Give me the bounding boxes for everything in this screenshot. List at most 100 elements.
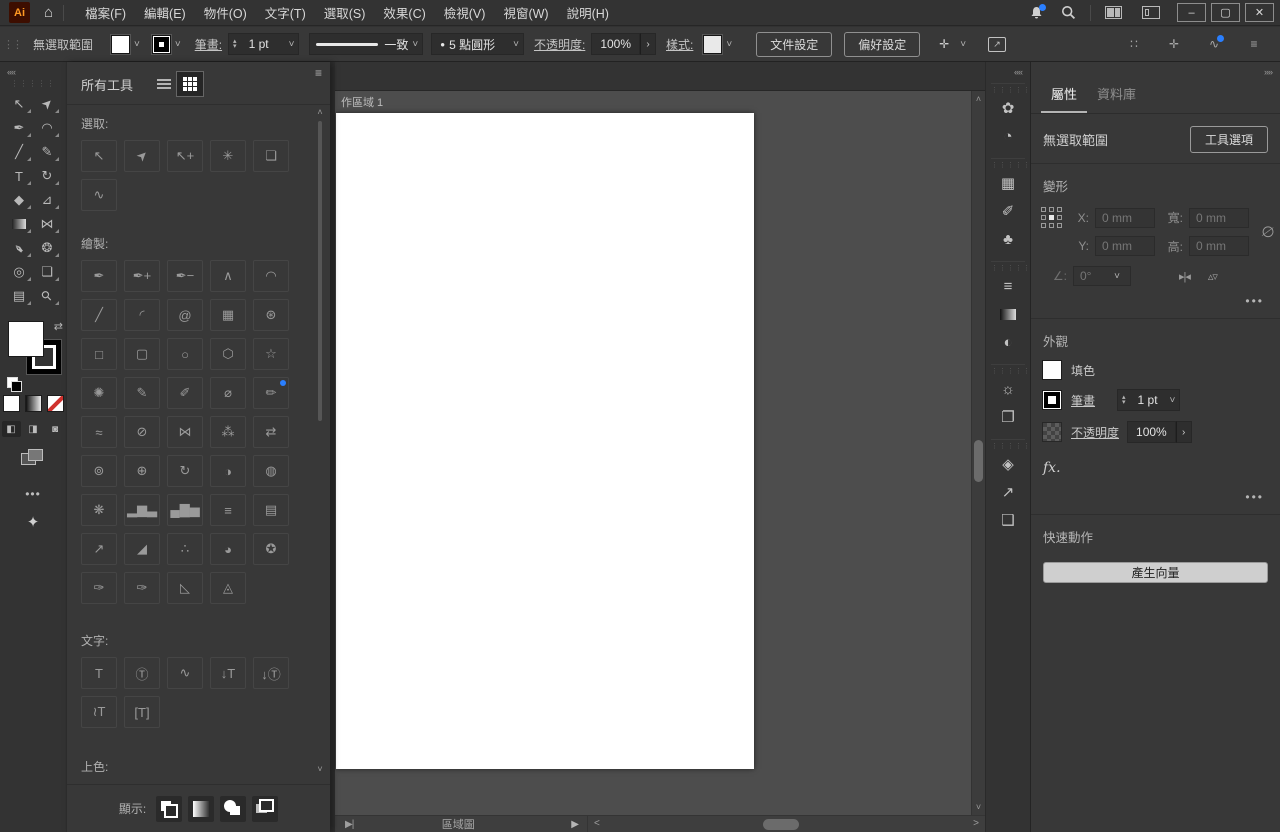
symbol-scruncher-tool[interactable]: ⊚ [81, 455, 117, 487]
gradient-button[interactable] [26, 396, 41, 411]
pen-tool[interactable]: ✒ [5, 116, 33, 140]
stroke-swatch[interactable] [1043, 391, 1061, 409]
line-segment-tool[interactable]: ╱ [81, 299, 117, 331]
generative-spark-icon[interactable]: ✦ [0, 513, 66, 531]
default-fill-stroke-icon[interactable] [7, 377, 18, 388]
vertical-scrollbar-thumb[interactable] [974, 440, 983, 482]
scale-tool[interactable]: ⊿ [33, 188, 61, 212]
opacity-expand-button[interactable]: › [640, 33, 656, 55]
gradient-panel-button[interactable] [993, 300, 1023, 328]
horizontal-scrollbar-thumb[interactable] [763, 819, 799, 830]
symbol-shifter-tool[interactable]: ⇄ [253, 416, 289, 448]
preferences-button[interactable]: 偏好設定 [844, 32, 920, 57]
collapse-toolbar-icon[interactable]: «« [0, 62, 66, 77]
chevron-down-icon[interactable]: ˅ [408, 39, 422, 50]
width-field[interactable]: 0 mm [1189, 208, 1249, 228]
menu-effect[interactable]: 效果(C) [374, 0, 434, 27]
rectangle-tool[interactable]: □ [81, 338, 117, 370]
zoom-tool[interactable]: ⚲ [33, 284, 61, 308]
expand-panel-icon[interactable]: »» [1264, 67, 1272, 77]
symbol-sprayer-tool[interactable]: ⁂ [210, 416, 246, 448]
snap-options-icon[interactable]: ✛ [1162, 34, 1186, 54]
stroke-color-picker[interactable]: ˅ [152, 35, 185, 54]
curvature-tool[interactable]: ◠ [33, 116, 61, 140]
artboard-tool[interactable]: ❏ [33, 260, 61, 284]
menu-file[interactable]: 檔案(F) [76, 0, 135, 27]
angle-dropdown[interactable]: 0° ˅ [1073, 266, 1131, 286]
symbol-stainer-tool[interactable]: ◑ [210, 455, 246, 487]
slice-tool[interactable]: ▤ [5, 284, 33, 308]
dock-grip[interactable]: ⋮⋮⋮⋮⋮ [991, 264, 1025, 272]
drawer-scrollbar[interactable]: ˄ ˅ [315, 107, 325, 780]
stroke-panel-button[interactable]: ≡ [993, 272, 1023, 300]
blob-brush-tool[interactable]: ✐ [167, 377, 203, 409]
bar-graph-tool[interactable]: ≡ [210, 494, 246, 526]
notifications-bell-icon[interactable] [1024, 3, 1048, 23]
twirl-tool[interactable]: ❂ [33, 236, 61, 260]
tool-options-button[interactable]: 工具選項 [1190, 126, 1268, 153]
fill-label[interactable]: 填色 [1071, 362, 1095, 379]
show-shape-button[interactable] [220, 796, 246, 822]
stroke-link[interactable]: 筆畫: [195, 36, 222, 53]
lasso-tool[interactable]: ∿ [81, 179, 117, 211]
chevron-down-icon[interactable]: ˅ [1166, 395, 1180, 406]
style-picker[interactable]: ˅ [703, 35, 736, 54]
menu-type[interactable]: 文字(T) [256, 0, 315, 27]
screen-mode-button[interactable] [21, 449, 45, 467]
pencil-tool[interactable]: ✏ [253, 377, 289, 409]
scroll-down-icon[interactable]: ˅ [972, 802, 985, 812]
menu-select[interactable]: 選取(S) [315, 0, 375, 27]
pie-graph-tool[interactable]: ◕ [210, 533, 246, 565]
scroll-up-icon[interactable]: ˄ [315, 107, 325, 117]
fill-color-box[interactable] [9, 322, 43, 356]
fill-color-picker[interactable]: ˅ [111, 35, 144, 54]
opacity-link[interactable]: 不透明度: [534, 36, 585, 53]
edit-toolbar-icon[interactable]: ••• [0, 487, 66, 501]
dock-grip[interactable]: ⋮⋮⋮⋮⋮ [991, 161, 1025, 169]
transparency-panel-button[interactable]: ◐ [993, 328, 1023, 356]
shaper-tool[interactable]: ⌀ [210, 377, 246, 409]
rotate-tool[interactable]: ↻ [33, 164, 61, 188]
status-expand-icon[interactable]: ▶ [571, 819, 579, 830]
stacked-bar-graph-tool[interactable]: ▤ [253, 494, 289, 526]
layers-panel-button[interactable]: ◈ [993, 450, 1023, 478]
eyedropper-tool[interactable]: ✒ [5, 236, 33, 260]
join-tool[interactable]: ⋈ [167, 416, 203, 448]
maximize-button[interactable]: ▢ [1211, 3, 1240, 22]
gradient-tool[interactable] [5, 212, 33, 236]
ellipse-tool[interactable]: ○ [167, 338, 203, 370]
fill-swatch[interactable] [1043, 361, 1061, 379]
scroll-up-icon[interactable]: ˄ [972, 94, 985, 104]
graphic-styles-panel-button[interactable]: ❐ [993, 403, 1023, 431]
vertical-type-tool[interactable]: ↓T [210, 657, 246, 689]
flip-vertical-icon[interactable]: ▵▿ [1208, 270, 1217, 283]
dock-grip[interactable]: ⋮⋮⋮⋮⋮ [991, 367, 1025, 375]
stacked-column-graph-tool[interactable]: ▄▇▅ [167, 494, 203, 526]
type-on-path-tool[interactable]: ∿ [167, 657, 203, 689]
stepper-icons[interactable]: ▴▾ [1118, 395, 1130, 405]
delete-anchor-point-tool[interactable]: ✒− [167, 260, 203, 292]
path-eraser-tool[interactable]: ⊘ [124, 416, 160, 448]
arc-tool[interactable]: ◜ [124, 299, 160, 331]
pen-tool[interactable]: ✒ [81, 260, 117, 292]
shape-builder-tool[interactable]: ◎ [5, 260, 33, 284]
curvature-tool[interactable]: ◠ [253, 260, 289, 292]
stroke-weight-value[interactable]: 1 pt [1130, 393, 1166, 407]
appearance-more-options[interactable]: ••• [1031, 476, 1280, 515]
show-fill-stroke-button[interactable] [156, 796, 182, 822]
artboards-panel-button[interactable]: ❑ [993, 506, 1023, 534]
scroll-right-icon[interactable]: ˃ [973, 818, 979, 829]
canvas-area[interactable]: 作區域 1 ˄ ˅ ▶| 區域圖 ▶ ˂ ˃ [330, 62, 985, 832]
color-button[interactable] [4, 396, 19, 411]
line-segment-tool[interactable]: ╱ [5, 140, 33, 164]
opacity-value[interactable]: 100% [592, 37, 639, 51]
grid-view-icon[interactable] [177, 72, 203, 96]
vertical-type-on-path-tool[interactable]: ≀T [81, 696, 117, 728]
brushes-panel-button[interactable]: ✐ [993, 197, 1023, 225]
home-icon[interactable]: ⌂ [44, 5, 53, 20]
radar-graph-tool[interactable]: ✪ [253, 533, 289, 565]
brush-definition-dropdown[interactable]: ● 5 點圓形 ˅ [431, 33, 524, 55]
export-panel-button[interactable]: ↗ [993, 478, 1023, 506]
collapse-dock-icon[interactable]: «« [986, 62, 1030, 79]
draw-inside-mode-button[interactable]: ◙ [46, 421, 65, 437]
